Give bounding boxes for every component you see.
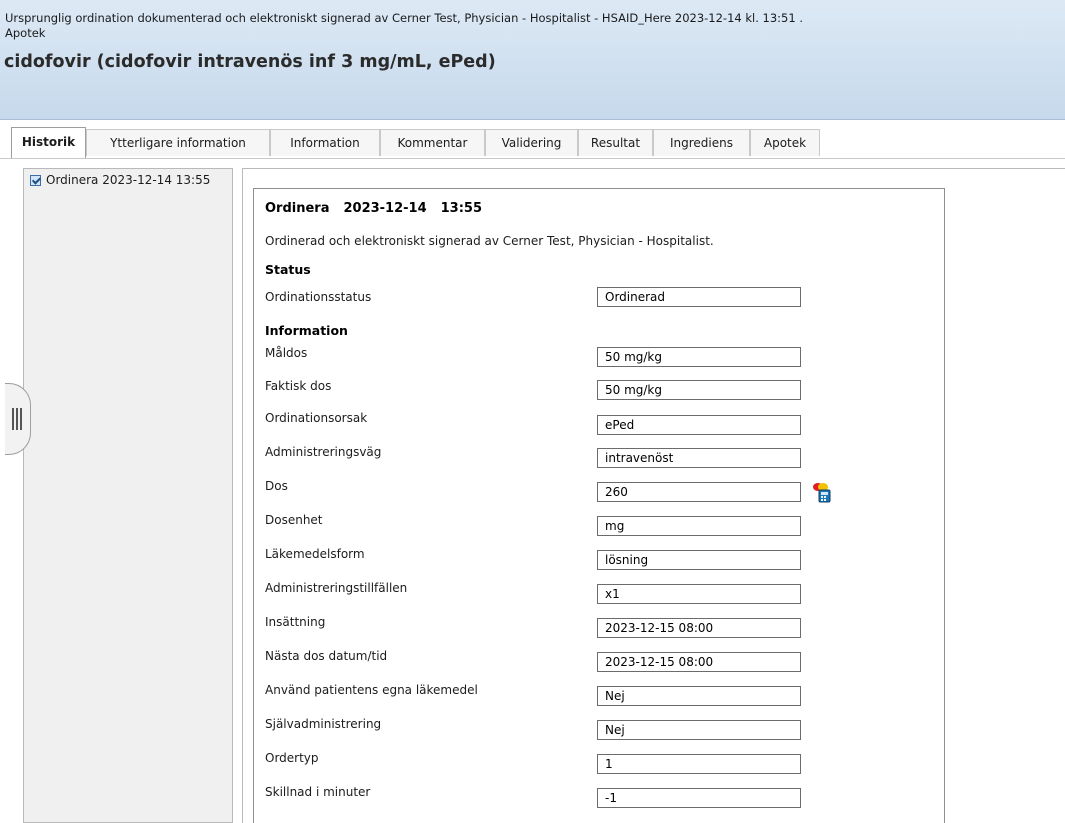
tab-resultat[interactable]: Resultat: [578, 129, 653, 156]
field-value: -1: [597, 788, 801, 808]
field-label: Nästa dos datum/tid: [265, 649, 388, 663]
detail-date: 2023-12-14: [343, 201, 427, 216]
field-value: Nej: [597, 720, 801, 740]
history-list: Ordinera 2023-12-14 13:55: [23, 168, 233, 823]
history-item-label: Ordinera 2023-12-14 13:55: [46, 173, 211, 187]
tab-historik[interactable]: Historik: [11, 127, 86, 158]
detail-signed-by: Ordinerad och elektroniskt signerad av C…: [265, 234, 714, 248]
field-value: x1: [597, 584, 801, 604]
field-value: 1: [597, 754, 801, 774]
tab-bar: Historik Ytterligare information Informa…: [0, 120, 1065, 159]
order-header: Ursprunglig ordination dokumenterad och …: [0, 0, 1065, 120]
field-value: 2023-12-15 08:00: [597, 652, 801, 672]
information-heading: Information: [265, 323, 348, 338]
field-label: Ordinationsorsak: [265, 411, 368, 425]
field-label: Måldos: [265, 346, 308, 360]
field-value: Nej: [597, 686, 801, 706]
tab-ingrediens[interactable]: Ingrediens: [653, 129, 750, 156]
detail-heading: Ordinera 2023-12-14 13:55: [265, 201, 496, 216]
field-label: Faktisk dos: [265, 379, 332, 393]
tab-apotek[interactable]: Apotek: [750, 129, 820, 156]
field-value: 50 mg/kg: [597, 380, 801, 400]
field-value: mg: [597, 516, 801, 536]
field-value: intravenöst: [597, 448, 801, 468]
signature-line: Ursprunglig ordination dokumenterad och …: [5, 11, 803, 25]
history-item-checkbox[interactable]: [30, 175, 41, 186]
medication-calculator-icon[interactable]: [811, 481, 833, 503]
field-label: Dosenhet: [265, 513, 323, 527]
tab-validering[interactable]: Validering: [485, 129, 578, 156]
field-value: Ordinerad: [597, 287, 801, 307]
field-label: Självadministrering: [265, 717, 382, 731]
field-label: Administreringstillfällen: [265, 581, 408, 595]
panel-collapse-handle[interactable]: [5, 383, 31, 455]
order-title: cidofovir (cidofovir intravenös inf 3 mg…: [4, 52, 496, 72]
field-value: ePed: [597, 415, 801, 435]
field-value: lösning: [597, 550, 801, 570]
field-label: Ordinationsstatus: [265, 290, 372, 304]
field-label: Ordertyp: [265, 751, 319, 765]
history-item[interactable]: Ordinera 2023-12-14 13:55: [30, 173, 230, 193]
order-category: Apotek: [5, 26, 46, 40]
field-value: 50 mg/kg: [597, 347, 801, 367]
field-value: 260: [597, 482, 801, 502]
field-label: Använd patientens egna läkemedel: [265, 683, 478, 697]
tab-kommentar[interactable]: Kommentar: [380, 129, 485, 156]
detail-time: 13:55: [440, 201, 483, 216]
tab-information[interactable]: Information: [270, 129, 380, 156]
field-label: Dos: [265, 479, 288, 493]
order-detail-panel: Ordinera 2023-12-14 13:55 Ordinerad och el…: [253, 188, 945, 823]
status-heading: Status: [265, 262, 311, 277]
tab-ytterligare-information[interactable]: Ytterligare information: [86, 129, 270, 156]
field-label: Skillnad i minuter: [265, 785, 371, 799]
field-label: Administreringsväg: [265, 445, 382, 459]
field-label: Läkemedelsform: [265, 547, 365, 561]
field-label: Insättning: [265, 615, 326, 629]
detail-action: Ordinera: [265, 201, 330, 216]
field-value: 2023-12-15 08:00: [597, 618, 801, 638]
